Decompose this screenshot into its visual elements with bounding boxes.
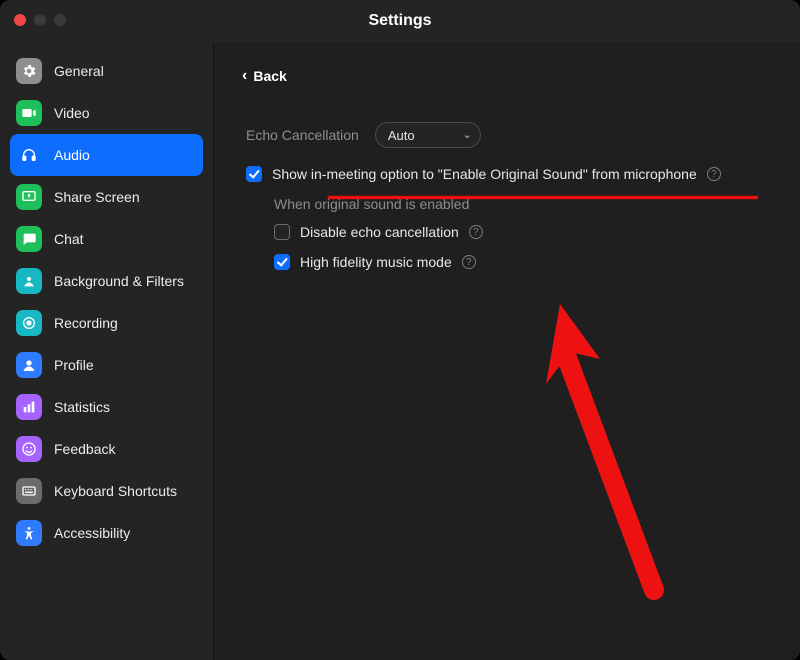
window-title: Settings <box>368 12 431 30</box>
annotation-underline <box>328 196 758 199</box>
sidebar-item-label: Profile <box>54 357 94 373</box>
sidebar-item-label: Statistics <box>54 399 110 415</box>
sidebar-item-label: Feedback <box>54 441 115 457</box>
sidebar-item-recording[interactable]: Recording <box>10 302 203 344</box>
hifi-music-label: High fidelity music mode <box>300 254 452 270</box>
show-original-sound-checkbox[interactable] <box>246 166 262 182</box>
chat-icon <box>16 226 42 252</box>
echo-cancellation-row: Echo Cancellation Auto ⌄ <box>246 122 772 148</box>
echo-cancellation-label: Echo Cancellation <box>246 127 359 143</box>
chevron-left-icon: ‹ <box>242 68 247 84</box>
sidebar-item-label: Audio <box>54 147 90 163</box>
profile-icon <box>16 352 42 378</box>
sidebar-item-label: Chat <box>54 231 84 247</box>
help-icon[interactable]: ? <box>707 167 721 181</box>
minimize-window-button[interactable] <box>34 14 46 26</box>
sidebar-item-video[interactable]: Video <box>10 92 203 134</box>
zoom-window-button[interactable] <box>54 14 66 26</box>
sidebar-item-background-filters[interactable]: Background & Filters <box>10 260 203 302</box>
window-body: General Video Audio Share Screen <box>0 42 800 660</box>
sidebar-item-label: Recording <box>54 315 118 331</box>
hifi-music-row: High fidelity music mode ? <box>274 254 772 270</box>
echo-cancellation-select[interactable]: Auto ⌄ <box>375 122 481 148</box>
sidebar-item-label: Background & Filters <box>54 273 184 289</box>
disable-echo-label: Disable echo cancellation <box>300 224 459 240</box>
statistics-icon <box>16 394 42 420</box>
gear-icon <box>16 58 42 84</box>
chevron-down-icon: ⌄ <box>463 128 472 141</box>
sidebar-item-label: Share Screen <box>54 189 140 205</box>
disable-echo-row: Disable echo cancellation ? <box>274 224 772 240</box>
sidebar-item-audio[interactable]: Audio <box>10 134 203 176</box>
sidebar-item-share-screen[interactable]: Share Screen <box>10 176 203 218</box>
share-screen-icon <box>16 184 42 210</box>
close-window-button[interactable] <box>14 14 26 26</box>
sidebar-item-label: Video <box>54 105 90 121</box>
titlebar: Settings <box>0 0 800 42</box>
content-pane: ‹ Back Echo Cancellation Auto ⌄ Show in-… <box>214 42 800 660</box>
sidebar: General Video Audio Share Screen <box>0 42 214 660</box>
headphones-icon <box>16 142 42 168</box>
video-icon <box>16 100 42 126</box>
help-icon[interactable]: ? <box>469 225 483 239</box>
sidebar-item-label: Keyboard Shortcuts <box>54 483 177 499</box>
sidebar-item-keyboard-shortcuts[interactable]: Keyboard Shortcuts <box>10 470 203 512</box>
original-sound-subsection: Disable echo cancellation ? High fidelit… <box>274 224 772 270</box>
accessibility-icon <box>16 520 42 546</box>
help-icon[interactable]: ? <box>462 255 476 269</box>
sidebar-item-statistics[interactable]: Statistics <box>10 386 203 428</box>
show-original-sound-row: Show in-meeting option to "Enable Origin… <box>246 166 772 182</box>
hifi-music-checkbox[interactable] <box>274 254 290 270</box>
sidebar-item-label: Accessibility <box>54 525 130 541</box>
disable-echo-checkbox[interactable] <box>274 224 290 240</box>
record-icon <box>16 310 42 336</box>
back-button[interactable]: ‹ Back <box>242 68 772 84</box>
sidebar-item-chat[interactable]: Chat <box>10 218 203 260</box>
show-original-sound-label: Show in-meeting option to "Enable Origin… <box>272 166 697 182</box>
keyboard-icon <box>16 478 42 504</box>
background-icon <box>16 268 42 294</box>
annotation-arrow <box>544 300 684 600</box>
settings-window: Settings General Video Audio <box>0 0 800 660</box>
sidebar-item-profile[interactable]: Profile <box>10 344 203 386</box>
back-label: Back <box>253 68 286 84</box>
sidebar-item-label: General <box>54 63 104 79</box>
echo-cancellation-value: Auto <box>388 128 415 143</box>
sidebar-item-feedback[interactable]: Feedback <box>10 428 203 470</box>
sidebar-item-general[interactable]: General <box>10 50 203 92</box>
window-controls <box>14 14 66 26</box>
sidebar-item-accessibility[interactable]: Accessibility <box>10 512 203 554</box>
feedback-icon <box>16 436 42 462</box>
